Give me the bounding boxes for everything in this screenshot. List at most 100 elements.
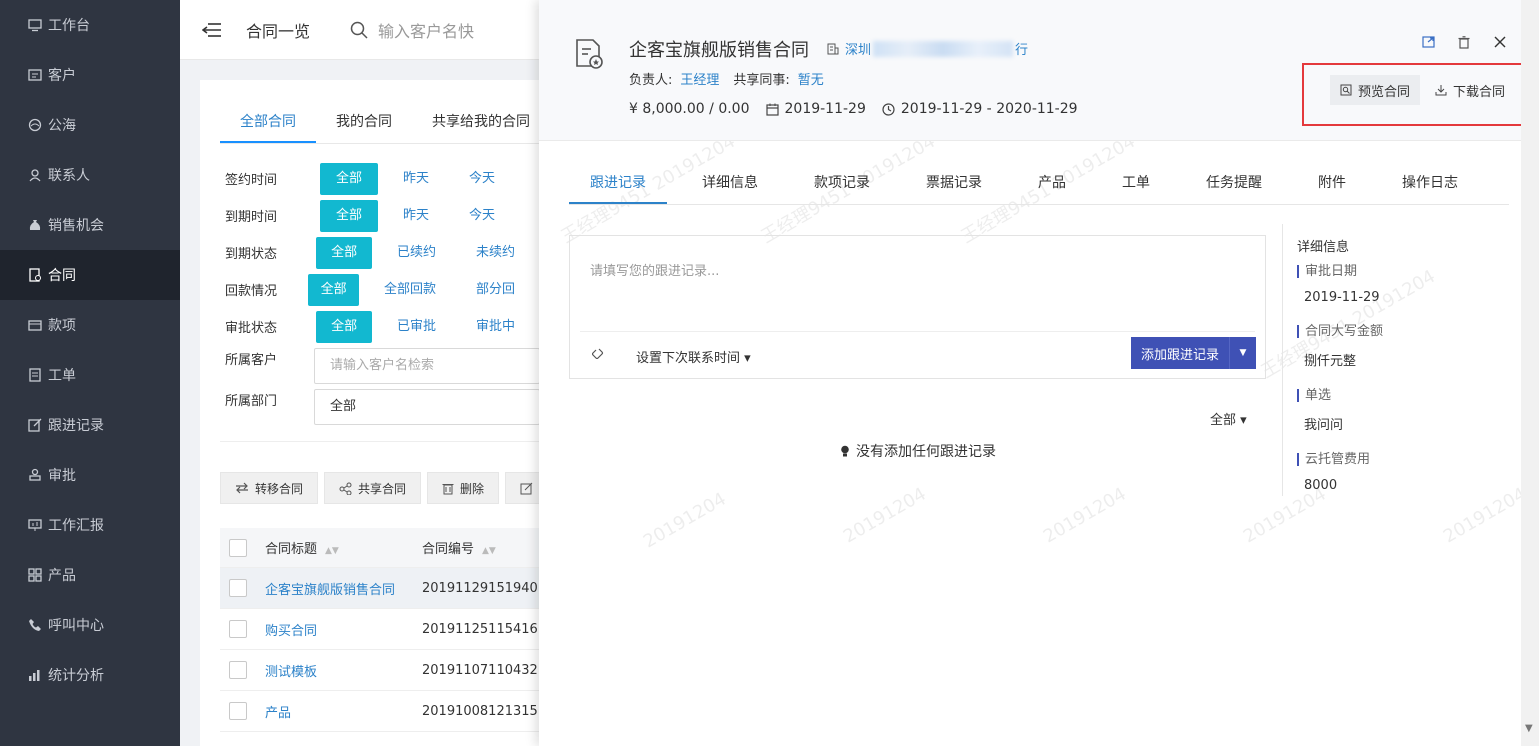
tab-shared-contracts[interactable]: 共享给我的合同 xyxy=(412,102,540,143)
contract-title-link[interactable]: 测试模板 xyxy=(265,661,422,680)
filter-chip[interactable]: 未续约 xyxy=(461,237,530,269)
sidebar-item-approval[interactable]: 审批 xyxy=(0,450,180,500)
row-checkbox[interactable] xyxy=(229,620,247,638)
share-icon xyxy=(339,482,352,495)
customer-link[interactable]: 深圳 行 xyxy=(827,39,1028,58)
sidebar-item-contact[interactable]: 联系人 xyxy=(0,150,180,200)
payment-icon xyxy=(28,318,42,332)
filter-chip[interactable]: 已续约 xyxy=(382,237,451,269)
filter-sign-time: 签约时间 全部 昨天 今天 xyxy=(225,160,540,197)
customer-search-input[interactable]: 请输入客户名检索 xyxy=(314,347,540,384)
sidebar-item-statistics[interactable]: 统计分析 xyxy=(0,650,180,700)
sidebar-item-report[interactable]: 工作汇报 xyxy=(0,500,180,550)
row-checkbox[interactable] xyxy=(229,579,247,597)
tab-my-contracts[interactable]: 我的合同 xyxy=(316,102,412,143)
sidebar-item-payment[interactable]: 款项 xyxy=(0,300,180,350)
preview-contract-button[interactable]: 预览合同 xyxy=(1330,75,1421,105)
sidebar-item-contract[interactable]: 合同 xyxy=(0,250,180,300)
sidebar-item-workbench[interactable]: 工作台 xyxy=(0,0,180,50)
tab-invoices[interactable]: 票据记录 xyxy=(905,164,1003,204)
sort-icon[interactable]: ▲▼ xyxy=(482,546,496,556)
watermark: 20191204 xyxy=(1039,483,1130,548)
divider xyxy=(220,441,540,442)
sort-icon[interactable]: ▲▼ xyxy=(325,546,339,556)
drawer-header: 企客宝旗舰版销售合同 深圳 行 负责人: 王经理 共享同事: 暂无 ¥ 8,000.00… xyxy=(539,0,1521,141)
tab-logs[interactable]: 操作日志 xyxy=(1381,164,1479,204)
tab-tasks[interactable]: 任务提醒 xyxy=(1185,164,1283,204)
sidebar-item-callcenter[interactable]: 呼叫中心 xyxy=(0,600,180,650)
column-header[interactable]: 合同标题 ▲▼ xyxy=(265,538,422,557)
sidebar-item-product[interactable]: 产品 xyxy=(0,550,180,600)
tab-attachments[interactable]: 附件 xyxy=(1297,164,1367,204)
delete-icon[interactable] xyxy=(1455,34,1473,50)
filter-chip[interactable]: 全部 xyxy=(320,162,378,195)
table-header: 合同标题 ▲▼ 合同编号 ▲▼ xyxy=(220,528,540,568)
sidebar-item-customer[interactable]: 客户 xyxy=(0,50,180,100)
filter-chip[interactable]: 今天 xyxy=(454,200,510,232)
row-checkbox[interactable] xyxy=(229,702,247,720)
share-contract-button[interactable]: 共享合同 xyxy=(324,472,422,504)
row-checkbox[interactable] xyxy=(229,661,247,679)
sidebar-item-sea[interactable]: 公海 xyxy=(0,100,180,150)
contract-title-link[interactable]: 购买合同 xyxy=(265,620,422,639)
sidebar-item-followup[interactable]: 跟进记录 xyxy=(0,400,180,450)
contract-title-link[interactable]: 产品 xyxy=(265,702,422,721)
filter-chip[interactable]: 全部 xyxy=(316,236,372,269)
contract-title-link[interactable]: 企客宝旗舰版销售合同 xyxy=(265,579,422,598)
caret-down-icon[interactable]: ▼ xyxy=(1229,337,1256,369)
column-header[interactable]: 合同编号 ▲▼ xyxy=(422,538,496,557)
sidebar-item-label: 审批 xyxy=(48,468,76,484)
department-select[interactable]: 全部 xyxy=(314,388,540,425)
scrollbar[interactable]: ▼ xyxy=(1521,0,1539,746)
next-contact-dropdown[interactable]: 设置下次联系时间 ▾ xyxy=(636,347,751,366)
table-row[interactable]: 购买合同 20191125115416 xyxy=(220,609,540,650)
share-value[interactable]: 暂无 xyxy=(798,73,824,88)
sidebar-item-ticket[interactable]: 工单 xyxy=(0,350,180,400)
followup-filter-dropdown[interactable]: 全部 ▾ xyxy=(1210,409,1247,428)
table-row[interactable]: 产品 20191008121315 xyxy=(220,691,540,732)
select-all-checkbox[interactable] xyxy=(229,538,247,557)
contract-code: 20191125115416 xyxy=(422,621,538,637)
owner-name[interactable]: 王经理 xyxy=(680,73,719,88)
sea-icon xyxy=(28,118,42,132)
tab-followup[interactable]: 跟进记录 xyxy=(569,164,667,204)
filter-chip[interactable]: 审批中 xyxy=(461,311,530,343)
filter-chip[interactable]: 昨天 xyxy=(388,163,444,195)
attach-icon[interactable] xyxy=(591,347,604,363)
filter-chip[interactable]: 全部回款 xyxy=(369,274,451,306)
filter-chip[interactable]: 全部 xyxy=(320,199,378,232)
scroll-down-icon[interactable]: ▼ xyxy=(1525,723,1533,734)
period-value: 2019-11-29 - 2020-11-29 xyxy=(900,101,1078,117)
filter-payment-status: 回款情况 全部 全部回款 部分回 xyxy=(225,271,540,308)
table-row[interactable]: 测试模板 20191107110432 xyxy=(220,650,540,691)
filter-chip[interactable]: 今天 xyxy=(454,163,510,195)
close-icon[interactable] xyxy=(1491,34,1509,50)
button-label: 删除 xyxy=(460,481,485,496)
sidebar-item-opportunity[interactable]: 销售机会 xyxy=(0,200,180,250)
owner-label: 负责人: xyxy=(629,73,673,88)
edit-button[interactable] xyxy=(505,472,540,504)
tab-payments[interactable]: 款项记录 xyxy=(793,164,891,204)
filter-label: 所属客户 xyxy=(225,353,278,368)
sidebar-item-label: 合同 xyxy=(48,268,76,284)
tab-products[interactable]: 产品 xyxy=(1017,164,1087,204)
menu-collapse-icon[interactable] xyxy=(202,20,226,40)
delete-button[interactable]: 删除 xyxy=(427,472,500,504)
filter-label: 到期状态 xyxy=(225,247,278,262)
filter-chip[interactable]: 已审批 xyxy=(382,311,451,343)
filter-chip[interactable]: 部分回 xyxy=(461,274,530,306)
search-input[interactable]: 输入客户名快 xyxy=(350,18,474,42)
tab-tickets[interactable]: 工单 xyxy=(1101,164,1171,204)
filter-chip[interactable]: 全部 xyxy=(308,273,359,306)
download-contract-button[interactable]: 下载合同 xyxy=(1435,75,1505,105)
tab-all-contracts[interactable]: 全部合同 xyxy=(220,102,316,143)
tab-details[interactable]: 详细信息 xyxy=(681,164,779,204)
transfer-contract-button[interactable]: 转移合同 xyxy=(220,472,319,504)
column-title: 合同编号 xyxy=(422,542,475,557)
open-new-window-icon[interactable] xyxy=(1419,34,1437,50)
add-followup-button[interactable]: 添加跟进记录 ▼ xyxy=(1131,337,1256,369)
filter-chip[interactable]: 全部 xyxy=(316,310,372,343)
followup-editor[interactable]: 请填写您的跟进记录... 设置下次联系时间 ▾ 添加跟进记录 ▼ xyxy=(569,235,1266,379)
table-row[interactable]: 企客宝旗舰版销售合同 20191129151940 xyxy=(220,568,540,609)
filter-chip[interactable]: 昨天 xyxy=(388,200,444,232)
